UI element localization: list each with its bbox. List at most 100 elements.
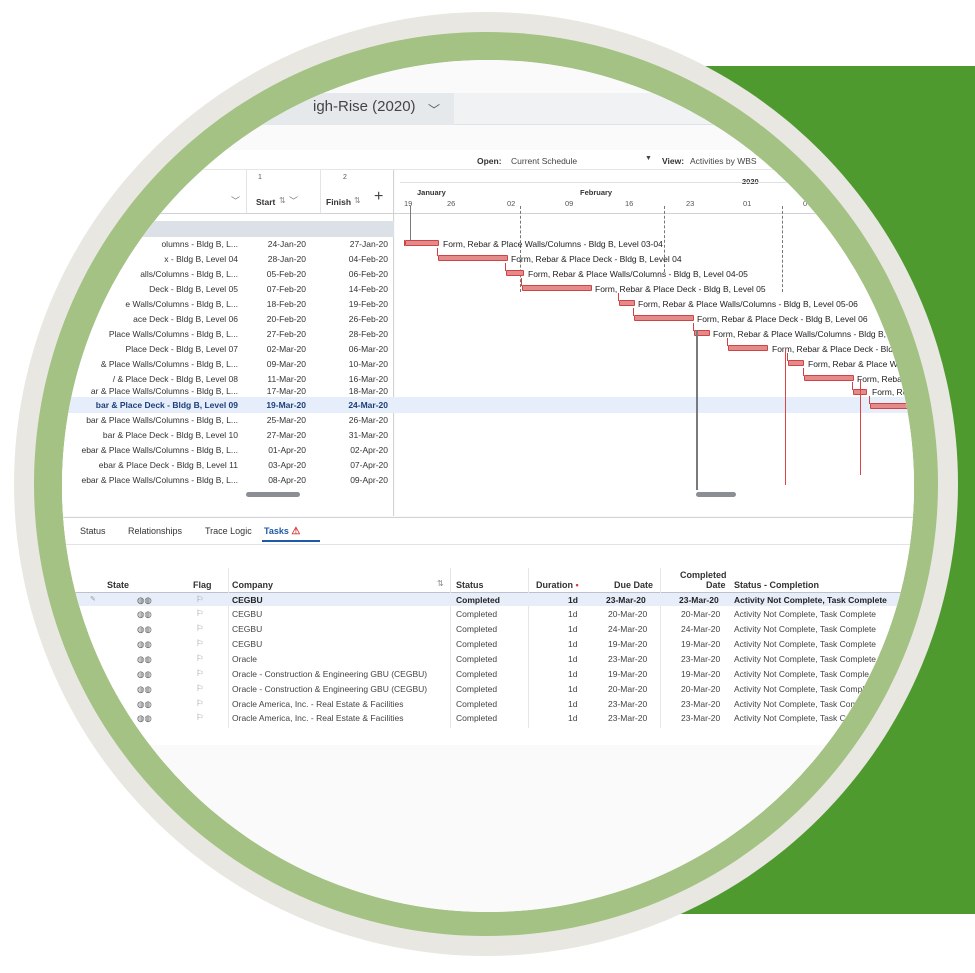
gantt-bar-label: Form, Rebar & Place Deck - Bldg B, Level… (595, 284, 766, 294)
flag-column-header[interactable]: Flag (193, 580, 212, 590)
task-company: CEGBU (232, 639, 263, 649)
flag-icon[interactable]: ⚐ (196, 653, 204, 664)
task-completed-date: 20-Mar-20 (681, 684, 721, 694)
task-completed-date: 19-Mar-20 (681, 639, 721, 649)
flag-icon[interactable]: ⚐ (196, 594, 204, 605)
gantt-bar[interactable] (405, 240, 439, 246)
completed-column-header[interactable]: Completed (680, 570, 727, 580)
sort-icon[interactable]: ⇅ (437, 579, 444, 588)
tab-relationships[interactable]: Relationships (128, 526, 182, 536)
edit-icon[interactable]: ✎ (90, 595, 96, 603)
state-column-header[interactable]: State (107, 580, 129, 590)
column-divider (660, 568, 661, 728)
flag-icon[interactable]: ⚐ (196, 638, 204, 649)
gantt-bar[interactable] (788, 360, 804, 366)
tab-tasks-label: Tasks (264, 526, 289, 536)
task-status-completion: Activity Not Complete, Task Complete (734, 639, 877, 649)
caret-down-icon[interactable]: ▼ (645, 155, 652, 162)
task-completed-date: 23-Mar-20 (681, 699, 721, 709)
task-status-completion: Activity Not Complete, Task Com (734, 699, 858, 709)
tab-tasks[interactable]: Tasks ⚠ (264, 526, 300, 537)
gantt-bar[interactable] (438, 255, 508, 261)
required-marker: • (575, 580, 579, 590)
task-status-completion: Activity Not Complete, Task Complete (734, 609, 877, 619)
view-select[interactable]: Activities by WBS (690, 156, 757, 166)
open-select[interactable]: Current Schedule (511, 156, 577, 166)
task-status: Completed (456, 654, 498, 664)
tab-status[interactable]: Status (80, 526, 106, 536)
sort-icon[interactable]: ⇅ (354, 196, 361, 205)
flag-icon[interactable]: ⚐ (196, 698, 204, 709)
flag-icon[interactable]: ⚐ (196, 712, 204, 723)
start-column-header[interactable]: Start (256, 197, 275, 207)
gantt-bar[interactable] (870, 403, 914, 409)
column-divider (320, 170, 321, 214)
due-date-column-header[interactable]: Due Date (614, 580, 653, 590)
status-completion-column-header[interactable]: Status - Completion (734, 580, 819, 590)
chevron-down-icon[interactable]: ﹀ (289, 194, 298, 207)
gantt-bar[interactable] (506, 270, 524, 276)
activity-start: 07-Feb-20 (266, 284, 306, 294)
timeline-month: February (580, 188, 613, 197)
task-completed-date: 24-Mar-20 (681, 624, 721, 634)
task-status-completion: Activity Not Complete, Task Complete (734, 654, 877, 664)
horizontal-scrollbar[interactable] (246, 492, 300, 497)
detail-tabs (62, 517, 914, 545)
gantt-bar[interactable] (522, 285, 592, 291)
open-label: Open: (477, 156, 502, 166)
state-icon: ◍◍ (137, 669, 152, 679)
activity-finish: 06-Mar-20 (348, 344, 388, 354)
chevron-down-icon[interactable]: ﹀ (428, 101, 440, 118)
duration-column-header[interactable]: Duration • (536, 580, 579, 590)
activity-name: / & Place Deck - Bldg B, Level 08 (112, 374, 238, 384)
activity-start: 20-Feb-20 (266, 314, 306, 324)
task-status-completion: Activity Not Complete, Task Co (734, 713, 851, 723)
flag-icon[interactable]: ⚐ (196, 668, 204, 679)
timeline-day: 0 (803, 199, 808, 208)
timeline-day: 01 (743, 199, 752, 208)
task-status-completion: Activity Not Complete, Task Complete (734, 624, 877, 634)
gantt-bar[interactable] (728, 345, 768, 351)
chevron-down-icon[interactable]: ﹀ (231, 194, 240, 207)
horizontal-scrollbar[interactable] (696, 492, 736, 497)
add-column-button[interactable]: + (374, 188, 383, 206)
task-status: Completed (456, 713, 498, 723)
flag-icon[interactable]: ⚐ (196, 683, 204, 694)
flag-icon[interactable]: ⚐ (196, 623, 204, 634)
tab-trace-logic[interactable]: Trace Logic (205, 526, 252, 536)
flag-icon[interactable]: ⚐ (196, 608, 204, 619)
gantt-bar[interactable] (804, 375, 854, 381)
activity-start: 27-Mar-20 (266, 430, 306, 440)
activity-finish: 31-Mar-20 (348, 430, 388, 440)
activity-name: e Walls/Columns - Bldg B, L... (125, 299, 238, 309)
gantt-chart (395, 170, 914, 516)
gantt-bar[interactable] (619, 300, 635, 306)
task-due-date: 23-Mar-20 (606, 595, 646, 605)
finish-column-header[interactable]: Finish (326, 197, 351, 207)
gantt-bar-label: Form, Re (872, 387, 908, 397)
activity-name: Place Deck - Bldg B, Level 07 (125, 344, 238, 354)
timeline-day: 16 (625, 199, 634, 208)
schedule-app: igh-Rise (2020) ﹀ Open: Current Schedule… (62, 60, 914, 912)
gantt-bar-label: Form, Rebar & Place Wa (808, 359, 903, 369)
activity-name: ace Deck - Bldg B, Level 06 (133, 314, 238, 324)
gantt-bar-label: Form, Rebar & Place Deck - Bld (772, 344, 893, 354)
gantt-bar[interactable] (634, 315, 694, 321)
week-gridline (782, 206, 783, 292)
state-icon: ◍◍ (137, 609, 152, 619)
status-column-header[interactable]: Status (456, 580, 484, 590)
activity-start: 03-Apr-20 (268, 460, 306, 470)
activity-name: Deck - Bldg B, Level 05 (149, 284, 238, 294)
sort-icon[interactable]: ⇅ (279, 196, 286, 205)
column-divider (246, 170, 247, 214)
project-title[interactable]: igh-Rise (2020) (313, 98, 416, 115)
state-icon: ◍◍ (137, 624, 152, 634)
activity-finish: 18-Mar-20 (348, 386, 388, 396)
task-completed-date: 23-Mar-20 (681, 654, 721, 664)
activity-start: 17-Mar-20 (266, 386, 306, 396)
company-column-header[interactable]: Company (232, 580, 273, 590)
column-divider (228, 568, 229, 728)
wbs-group-row[interactable] (62, 221, 394, 237)
timeline-day: 23 (686, 199, 695, 208)
activity-start: 09-Mar-20 (266, 359, 306, 369)
